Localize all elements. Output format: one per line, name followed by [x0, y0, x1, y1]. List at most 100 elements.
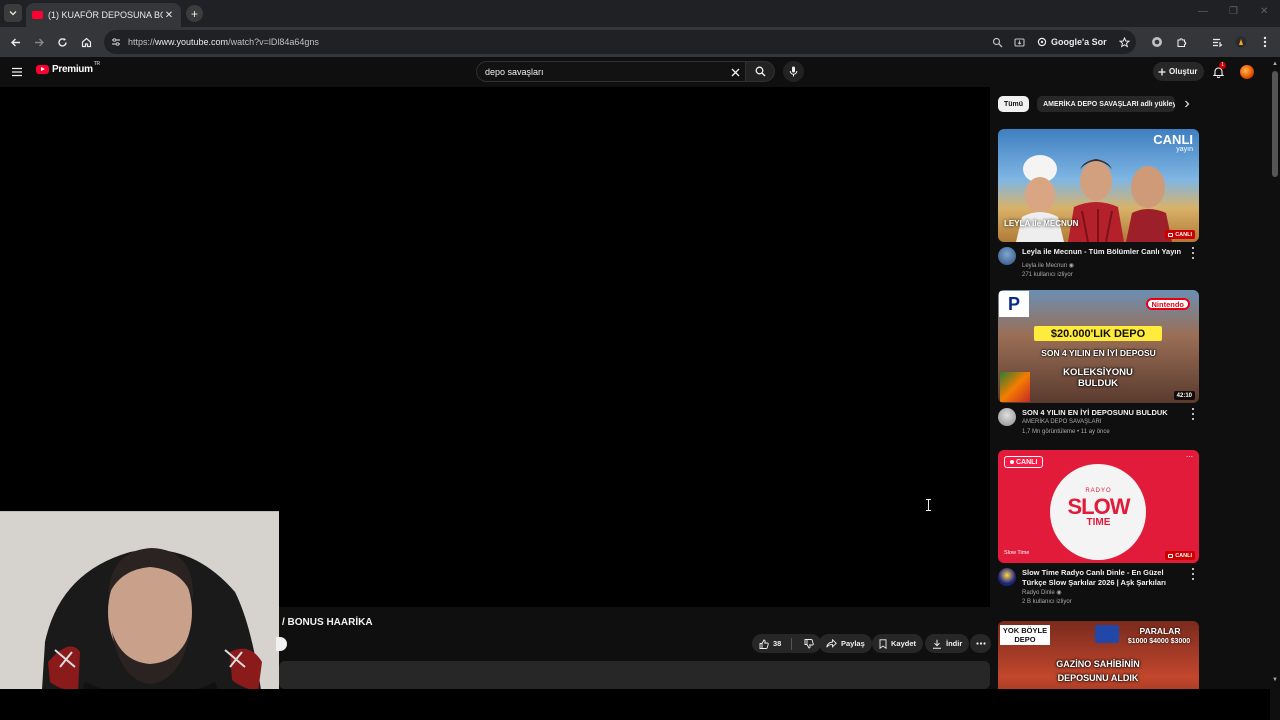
search-clear-button[interactable] — [727, 64, 743, 80]
thumbnail-footer: Slow Time — [1004, 550, 1030, 556]
save-button[interactable]: Kaydet — [872, 634, 924, 653]
notification-count-badge: 1 — [1219, 62, 1226, 69]
thumbnail-subline: DEPOSUNU ALDIK — [1057, 673, 1139, 683]
channel-name[interactable]: Radyo Dinle ◉ — [1022, 589, 1062, 596]
browser-tab[interactable]: (1) KUAFÖR DEPOSUNA BONUS ✕ — [26, 3, 181, 27]
related-filter-chips: Tümü AMERİKA DEPO SAVAŞLARI adlı yükleyi… — [998, 95, 1176, 113]
home-button[interactable] — [78, 34, 94, 50]
channel-avatar[interactable] — [998, 247, 1016, 265]
profile-avatar-icon[interactable] — [1233, 34, 1249, 50]
video-title[interactable]: Slow Time Radyo Canlı Dinle - En Güzel T… — [1022, 568, 1186, 588]
channel-name[interactable]: AMERİKA DEPO SAVAŞLARI — [1022, 419, 1101, 425]
zoom-icon[interactable] — [989, 34, 1005, 50]
thumbnail-more-icon: ⋯ — [1186, 454, 1193, 461]
related-video-card[interactable]: YOK BÖYLE DEPO PARALAR $1000 $4000 $3000… — [998, 621, 1199, 689]
bookmark-star-icon[interactable] — [1116, 34, 1132, 50]
channel-avatar-fragment[interactable] — [276, 637, 287, 651]
video-menu-icon[interactable] — [1189, 568, 1197, 580]
search-query: depo savaşları — [485, 66, 544, 77]
thumbnail-subline: SON 4 YILIN EN İYİ DEPOSU — [1041, 348, 1156, 358]
reload-icon — [57, 37, 67, 47]
duration-badge: 42:10 — [1173, 391, 1195, 400]
verified-check-icon: ◉ — [1068, 263, 1074, 269]
video-menu-icon[interactable] — [1189, 247, 1197, 259]
video-stats: 2 B kullanıcı izliyor — [1022, 599, 1072, 605]
download-icon — [933, 639, 941, 649]
site-info-icon[interactable] — [104, 37, 128, 47]
radio-logo-time: TIME — [1086, 517, 1111, 528]
description-box[interactable] — [279, 661, 990, 689]
guide-menu-button[interactable] — [11, 65, 23, 83]
chip-uploader[interactable]: AMERİKA DEPO SAVAŞLARI adlı yükleyiciden — [1037, 96, 1176, 112]
arrow-right-icon — [34, 38, 44, 46]
thumbnail-prices: $1000 $4000 $3000 — [1127, 638, 1191, 645]
share-button[interactable]: Paylaş — [819, 634, 872, 653]
scroll-up-icon[interactable]: ▲ — [1272, 61, 1278, 67]
voice-search-button[interactable] — [783, 61, 804, 82]
more-actions-button[interactable] — [970, 634, 991, 653]
related-video-card[interactable]: CANLI yayın LEYLA ile MECNUN CANLI Leyla… — [998, 129, 1199, 290]
extensions-puzzle-icon[interactable] — [1173, 34, 1189, 50]
reading-list-icon[interactable] — [1209, 34, 1225, 50]
browser-menu-icon[interactable] — [1257, 34, 1273, 50]
video-thumbnail[interactable]: YOK BÖYLE DEPO PARALAR $1000 $4000 $3000… — [998, 621, 1199, 689]
thumbs-up-icon — [759, 639, 769, 649]
search-button[interactable] — [745, 61, 775, 82]
page-scrollbar[interactable]: ▲ ▼ — [1270, 57, 1280, 720]
tab-list-button[interactable] — [4, 4, 22, 22]
account-avatar[interactable] — [1240, 65, 1254, 79]
like-button[interactable]: 38 — [752, 634, 822, 653]
thumbnail-headline: $20.000'LIK DEPO — [1034, 326, 1162, 341]
channel-name[interactable]: Leyla ile Mecnun ◉ — [1022, 262, 1074, 269]
amerika-depo-logo — [1095, 625, 1119, 643]
close-window-icon[interactable]: ✕ — [1260, 6, 1268, 17]
thumbnail-show-logo: LEYLA ile MECNUN — [1004, 219, 1079, 228]
youtube-favicon-icon — [32, 11, 43, 19]
back-button[interactable] — [7, 34, 23, 50]
google-ask-button[interactable]: Google'a Sor — [1037, 30, 1107, 54]
video-title[interactable]: Leyla ile Mecnun - Tüm Bölümler Canlı Ya… — [1022, 247, 1186, 257]
close-tab-icon[interactable]: ✕ — [163, 10, 175, 21]
new-tab-button[interactable]: + — [186, 5, 203, 22]
create-button[interactable]: Oluştur — [1153, 62, 1205, 81]
video-thumbnail[interactable]: P Nintendo $20.000'LIK DEPO SON 4 YILIN … — [998, 290, 1199, 403]
text-cursor-icon — [925, 498, 932, 516]
reload-button[interactable] — [54, 34, 70, 50]
games-pile-image — [1000, 372, 1030, 402]
video-title[interactable]: SON 4 YILIN EN İYİ DEPOSUNU BULDUK — [1022, 408, 1186, 418]
related-video-card[interactable]: P Nintendo $20.000'LIK DEPO SON 4 YILIN … — [998, 290, 1199, 451]
google-ask-label: Google'a Sor — [1051, 37, 1107, 47]
like-count: 38 — [773, 639, 782, 648]
video-thumbnail[interactable]: CANLI RADYO SLOW TIME Slow Time ⋯ CANLI — [998, 450, 1199, 563]
arrow-left-icon — [10, 38, 20, 46]
youtube-premium-logo[interactable]: Premium TR — [36, 61, 100, 75]
notifications-button[interactable]: 1 — [1209, 62, 1227, 81]
minimize-icon[interactable]: — — [1198, 6, 1208, 17]
search-input[interactable]: depo savaşları — [476, 61, 745, 82]
chevron-right-icon — [1185, 100, 1190, 108]
channel-avatar[interactable] — [998, 568, 1016, 586]
chip-all[interactable]: Tümü — [998, 96, 1030, 112]
related-video-card[interactable]: CANLI RADYO SLOW TIME Slow Time ⋯ CANLI … — [998, 450, 1199, 611]
youtube-header: Premium TR depo savaşları Oluştur 1 — [0, 57, 1270, 87]
thumbnail-live-overlay: CANLI yayın — [1153, 132, 1193, 153]
install-app-icon[interactable] — [1011, 34, 1027, 50]
profile-extension-icon[interactable] — [1149, 34, 1165, 50]
live-badge: CANLI — [1165, 551, 1195, 560]
forward-button[interactable] — [31, 34, 47, 50]
maximize-icon[interactable]: ❐ — [1229, 6, 1238, 17]
thumbs-down-icon[interactable] — [804, 638, 815, 649]
download-button[interactable]: İndir — [925, 634, 970, 653]
scrollbar-thumb[interactable] — [1272, 71, 1278, 177]
channel-avatar[interactable] — [998, 408, 1016, 426]
video-thumbnail[interactable]: CANLI yayın LEYLA ile MECNUN CANLI — [998, 129, 1199, 242]
thumbnail-caption: KOLEKSİYONU BULDUK — [1063, 367, 1133, 389]
browser-tab-bar: (1) KUAFÖR DEPOSUNA BONUS ✕ + — ❐ ✕ — [0, 0, 1280, 27]
video-menu-icon[interactable] — [1189, 408, 1197, 420]
chips-next-button[interactable] — [1180, 97, 1194, 111]
address-bar[interactable]: https://www.youtube.com/watch?v=lDl84a64… — [104, 30, 1136, 54]
scroll-down-icon[interactable]: ▼ — [1272, 677, 1278, 683]
tab-title: (1) KUAFÖR DEPOSUNA BONUS — [48, 10, 163, 20]
chevron-down-icon — [9, 11, 17, 16]
close-icon — [731, 68, 739, 76]
